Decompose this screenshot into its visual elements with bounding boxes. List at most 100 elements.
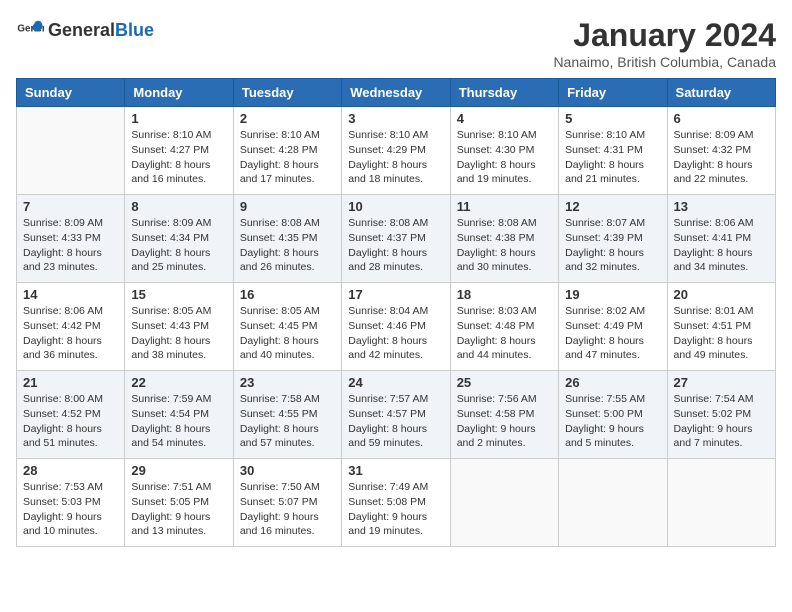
calendar-cell: 2 Sunrise: 8:10 AMSunset: 4:28 PMDaylight… — [233, 107, 341, 195]
day-number: 2 — [240, 111, 335, 126]
day-number: 11 — [457, 199, 552, 214]
cell-info: Sunrise: 7:59 AMSunset: 4:54 PMDaylight:… — [131, 392, 226, 451]
day-number: 26 — [565, 375, 660, 390]
calendar-cell: 16Sunrise: 8:05 AMSunset: 4:45 PMDayligh… — [233, 283, 341, 371]
calendar-cell: 5 Sunrise: 8:10 AMSunset: 4:31 PMDaylight… — [559, 107, 667, 195]
calendar-cell: 18Sunrise: 8:03 AMSunset: 4:48 PMDayligh… — [450, 283, 558, 371]
day-header-friday: Friday — [559, 79, 667, 107]
day-number: 27 — [674, 375, 769, 390]
calendar-cell: 26 Sunrise: 7:55 AMSunset: 5:00 PMDayligh… — [559, 371, 667, 459]
week-row-3: 14Sunrise: 8:06 AMSunset: 4:42 PMDayligh… — [17, 283, 776, 371]
day-number: 23 — [240, 375, 335, 390]
day-number: 24 — [348, 375, 443, 390]
calendar-cell: 19Sunrise: 8:02 AMSunset: 4:49 PMDayligh… — [559, 283, 667, 371]
logo: General General Blue — [16, 16, 154, 44]
calendar-cell: 31 Sunrise: 7:49 AMSunset: 5:08 PMDayligh… — [342, 459, 450, 547]
calendar-cell: 22 Sunrise: 7:59 AMSunset: 4:54 PMDayligh… — [125, 371, 233, 459]
day-header-monday: Monday — [125, 79, 233, 107]
title-area: January 2024 Nanaimo, British Columbia, … — [553, 16, 776, 70]
calendar-table: SundayMondayTuesdayWednesdayThursdayFrid… — [16, 78, 776, 547]
cell-info: Sunrise: 8:08 AMSunset: 4:35 PMDaylight:… — [240, 216, 335, 275]
location-title: Nanaimo, British Columbia, Canada — [553, 54, 776, 70]
cell-info: Sunrise: 8:09 AMSunset: 4:34 PMDaylight:… — [131, 216, 226, 275]
day-number: 28 — [23, 463, 118, 478]
day-header-tuesday: Tuesday — [233, 79, 341, 107]
cell-info: Sunrise: 7:54 AMSunset: 5:02 PMDaylight:… — [674, 392, 769, 451]
day-number: 6 — [674, 111, 769, 126]
day-number: 4 — [457, 111, 552, 126]
calendar-cell: 11Sunrise: 8:08 AMSunset: 4:38 PMDayligh… — [450, 195, 558, 283]
calendar-cell: 24 Sunrise: 7:57 AMSunset: 4:57 PMDayligh… — [342, 371, 450, 459]
week-row-1: 1 Sunrise: 8:10 AMSunset: 4:27 PMDaylight… — [17, 107, 776, 195]
cell-info: Sunrise: 8:10 AMSunset: 4:30 PMDaylight:… — [457, 128, 552, 187]
day-number: 7 — [23, 199, 118, 214]
calendar-cell: 25 Sunrise: 7:56 AMSunset: 4:58 PMDayligh… — [450, 371, 558, 459]
cell-info: Sunrise: 8:09 AMSunset: 4:33 PMDaylight:… — [23, 216, 118, 275]
calendar-cell: 12 Sunrise: 8:07 AMSunset: 4:39 PMDayligh… — [559, 195, 667, 283]
calendar-cell: 15 Sunrise: 8:05 AMSunset: 4:43 PMDayligh… — [125, 283, 233, 371]
calendar-cell: 8Sunrise: 8:09 AMSunset: 4:34 PMDaylight… — [125, 195, 233, 283]
cell-info: Sunrise: 7:53 AMSunset: 5:03 PMDaylight:… — [23, 480, 118, 539]
day-number: 15 — [131, 287, 226, 302]
calendar-cell: 28 Sunrise: 7:53 AMSunset: 5:03 PMDayligh… — [17, 459, 125, 547]
calendar-cell: 1 Sunrise: 8:10 AMSunset: 4:27 PMDaylight… — [125, 107, 233, 195]
cell-info: Sunrise: 8:10 AMSunset: 4:27 PMDaylight:… — [131, 128, 226, 187]
calendar-cell — [559, 459, 667, 547]
calendar-cell: 3 Sunrise: 8:10 AMSunset: 4:29 PMDaylight… — [342, 107, 450, 195]
day-number: 30 — [240, 463, 335, 478]
calendar-cell: 7 Sunrise: 8:09 AMSunset: 4:33 PMDaylight… — [17, 195, 125, 283]
cell-info: Sunrise: 8:04 AMSunset: 4:46 PMDaylight:… — [348, 304, 443, 363]
cell-info: Sunrise: 7:50 AMSunset: 5:07 PMDaylight:… — [240, 480, 335, 539]
logo-text-blue: Blue — [115, 20, 154, 41]
cell-info: Sunrise: 8:08 AMSunset: 4:37 PMDaylight:… — [348, 216, 443, 275]
cell-info: Sunrise: 8:07 AMSunset: 4:39 PMDaylight:… — [565, 216, 660, 275]
day-number: 16 — [240, 287, 335, 302]
calendar-cell: 23Sunrise: 7:58 AMSunset: 4:55 PMDayligh… — [233, 371, 341, 459]
cell-info: Sunrise: 7:57 AMSunset: 4:57 PMDaylight:… — [348, 392, 443, 451]
day-number: 10 — [348, 199, 443, 214]
cell-info: Sunrise: 8:10 AMSunset: 4:29 PMDaylight:… — [348, 128, 443, 187]
calendar-cell: 21Sunrise: 8:00 AMSunset: 4:52 PMDayligh… — [17, 371, 125, 459]
day-number: 3 — [348, 111, 443, 126]
cell-info: Sunrise: 8:00 AMSunset: 4:52 PMDaylight:… — [23, 392, 118, 451]
days-header-row: SundayMondayTuesdayWednesdayThursdayFrid… — [17, 79, 776, 107]
cell-info: Sunrise: 7:51 AMSunset: 5:05 PMDaylight:… — [131, 480, 226, 539]
cell-info: Sunrise: 7:56 AMSunset: 4:58 PMDaylight:… — [457, 392, 552, 451]
cell-info: Sunrise: 7:49 AMSunset: 5:08 PMDaylight:… — [348, 480, 443, 539]
week-row-4: 21Sunrise: 8:00 AMSunset: 4:52 PMDayligh… — [17, 371, 776, 459]
cell-info: Sunrise: 8:06 AMSunset: 4:41 PMDaylight:… — [674, 216, 769, 275]
cell-info: Sunrise: 8:05 AMSunset: 4:43 PMDaylight:… — [131, 304, 226, 363]
calendar-cell: 9Sunrise: 8:08 AMSunset: 4:35 PMDaylight… — [233, 195, 341, 283]
day-number: 29 — [131, 463, 226, 478]
day-header-sunday: Sunday — [17, 79, 125, 107]
cell-info: Sunrise: 8:09 AMSunset: 4:32 PMDaylight:… — [674, 128, 769, 187]
week-row-2: 7 Sunrise: 8:09 AMSunset: 4:33 PMDaylight… — [17, 195, 776, 283]
day-number: 25 — [457, 375, 552, 390]
day-number: 14 — [23, 287, 118, 302]
logo-text-general: General — [48, 20, 115, 41]
cell-info: Sunrise: 8:01 AMSunset: 4:51 PMDaylight:… — [674, 304, 769, 363]
day-header-thursday: Thursday — [450, 79, 558, 107]
cell-info: Sunrise: 8:02 AMSunset: 4:49 PMDaylight:… — [565, 304, 660, 363]
calendar-cell: 27 Sunrise: 7:54 AMSunset: 5:02 PMDayligh… — [667, 371, 775, 459]
calendar-cell: 4 Sunrise: 8:10 AMSunset: 4:30 PMDaylight… — [450, 107, 558, 195]
calendar-cell — [667, 459, 775, 547]
day-number: 12 — [565, 199, 660, 214]
cell-info: Sunrise: 8:10 AMSunset: 4:31 PMDaylight:… — [565, 128, 660, 187]
week-row-5: 28 Sunrise: 7:53 AMSunset: 5:03 PMDayligh… — [17, 459, 776, 547]
day-number: 22 — [131, 375, 226, 390]
calendar-cell: 13Sunrise: 8:06 AMSunset: 4:41 PMDayligh… — [667, 195, 775, 283]
day-number: 1 — [131, 111, 226, 126]
day-number: 20 — [674, 287, 769, 302]
calendar-cell — [17, 107, 125, 195]
cell-info: Sunrise: 7:55 AMSunset: 5:00 PMDaylight:… — [565, 392, 660, 451]
day-number: 5 — [565, 111, 660, 126]
day-number: 18 — [457, 287, 552, 302]
cell-info: Sunrise: 8:10 AMSunset: 4:28 PMDaylight:… — [240, 128, 335, 187]
calendar-cell: 6 Sunrise: 8:09 AMSunset: 4:32 PMDaylight… — [667, 107, 775, 195]
day-header-saturday: Saturday — [667, 79, 775, 107]
day-number: 31 — [348, 463, 443, 478]
calendar-cell: 30 Sunrise: 7:50 AMSunset: 5:07 PMDayligh… — [233, 459, 341, 547]
calendar-cell: 20 Sunrise: 8:01 AMSunset: 4:51 PMDayligh… — [667, 283, 775, 371]
calendar-cell — [450, 459, 558, 547]
